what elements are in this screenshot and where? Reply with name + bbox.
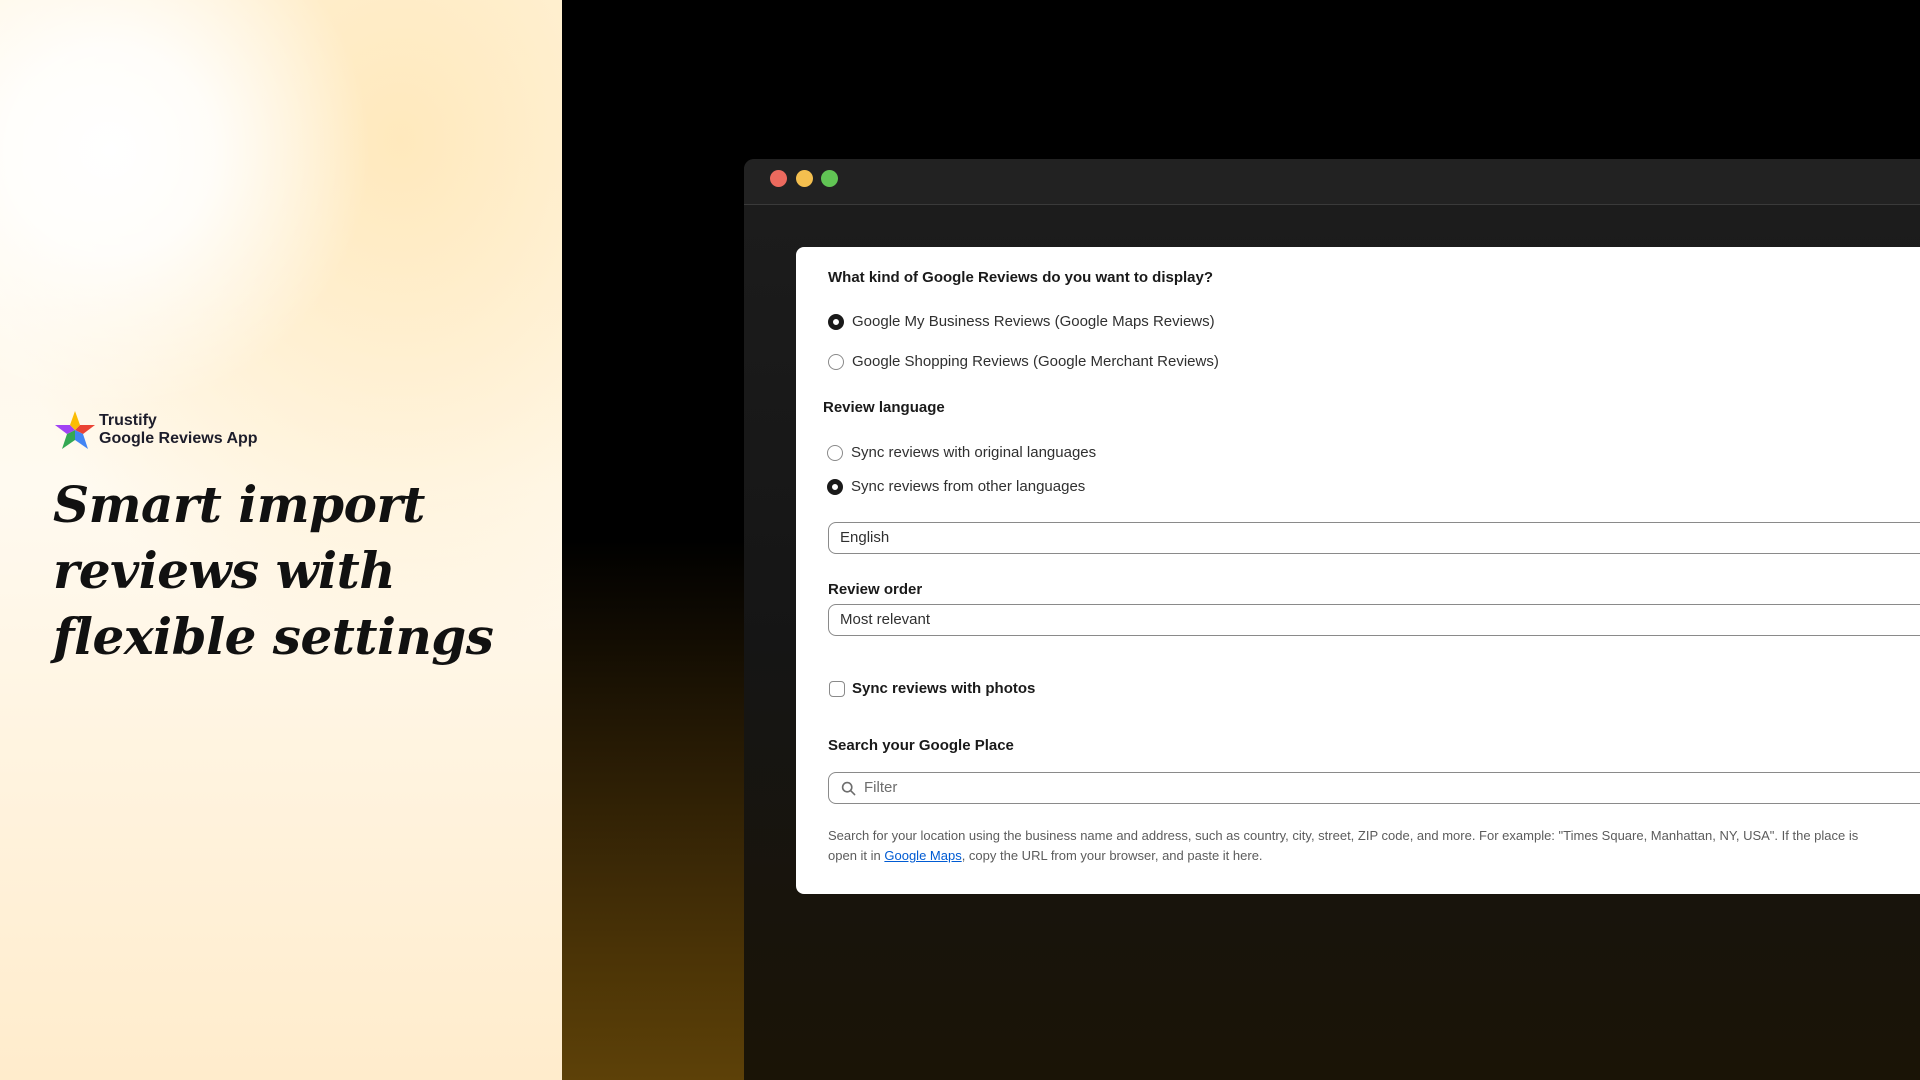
review-order-select-value: Most relevant bbox=[840, 611, 931, 628]
brand-text: Trustify Google Reviews App bbox=[99, 412, 258, 448]
brand-product: Google Reviews App bbox=[99, 430, 258, 447]
headline-line-3: flexible settings bbox=[53, 607, 494, 666]
review-order-label: Review order bbox=[828, 581, 923, 598]
maximize-window-icon[interactable] bbox=[821, 170, 838, 187]
sync-photos-label[interactable]: Sync reviews with photos bbox=[852, 680, 1035, 697]
search-placeholder: Filter bbox=[864, 779, 898, 796]
google-maps-link[interactable]: Google Maps bbox=[884, 848, 961, 863]
window-titlebar bbox=[744, 159, 1920, 205]
place-search-help: Search for your location using the busin… bbox=[828, 826, 1920, 866]
language-select[interactable]: English bbox=[828, 522, 1920, 554]
help-line-1: Search for your location using the busin… bbox=[828, 828, 1859, 843]
place-search-label: Search your Google Place bbox=[828, 737, 1014, 754]
headline-line-1: Smart import bbox=[53, 475, 425, 534]
sync-photos-checkbox[interactable] bbox=[829, 681, 845, 697]
search-icon bbox=[841, 781, 856, 796]
star-logo-icon bbox=[55, 411, 95, 449]
radio-google-my-business-label[interactable]: Google My Business Reviews (Google Maps … bbox=[852, 313, 1215, 330]
close-window-icon[interactable] bbox=[770, 170, 787, 187]
headline: Smart import reviews with flexible setti… bbox=[53, 472, 513, 670]
radio-google-my-business[interactable] bbox=[828, 314, 844, 330]
review-language-label: Review language bbox=[823, 399, 945, 416]
radio-google-shopping-label[interactable]: Google Shopping Reviews (Google Merchant… bbox=[852, 353, 1219, 370]
brand-name: Trustify bbox=[99, 412, 157, 429]
radio-original-languages-label[interactable]: Sync reviews with original languages bbox=[851, 444, 1096, 461]
radio-other-languages[interactable] bbox=[827, 479, 843, 495]
promo-panel: Trustify Google Reviews App Smart import… bbox=[0, 0, 562, 1080]
radio-original-languages[interactable] bbox=[827, 445, 843, 461]
review-type-question: What kind of Google Reviews do you want … bbox=[828, 269, 1214, 286]
language-select-value: English bbox=[840, 529, 890, 546]
review-order-select[interactable]: Most relevant bbox=[828, 604, 1920, 636]
radio-google-shopping[interactable] bbox=[828, 354, 844, 370]
help-text-before-link: open it in bbox=[828, 848, 885, 863]
brand-logo: Trustify Google Reviews App bbox=[53, 408, 258, 452]
headline-line-2: reviews with bbox=[53, 541, 396, 600]
minimize-window-icon[interactable] bbox=[796, 170, 813, 187]
settings-card: What kind of Google Reviews do you want … bbox=[796, 247, 1920, 894]
place-search-input[interactable]: Filter bbox=[828, 772, 1920, 804]
help-line-2: open it in Google Maps, copy the URL fro… bbox=[828, 846, 1920, 866]
help-text-after-link: , copy the URL from your browser, and pa… bbox=[961, 848, 1263, 863]
radio-other-languages-label[interactable]: Sync reviews from other languages bbox=[851, 478, 1085, 495]
